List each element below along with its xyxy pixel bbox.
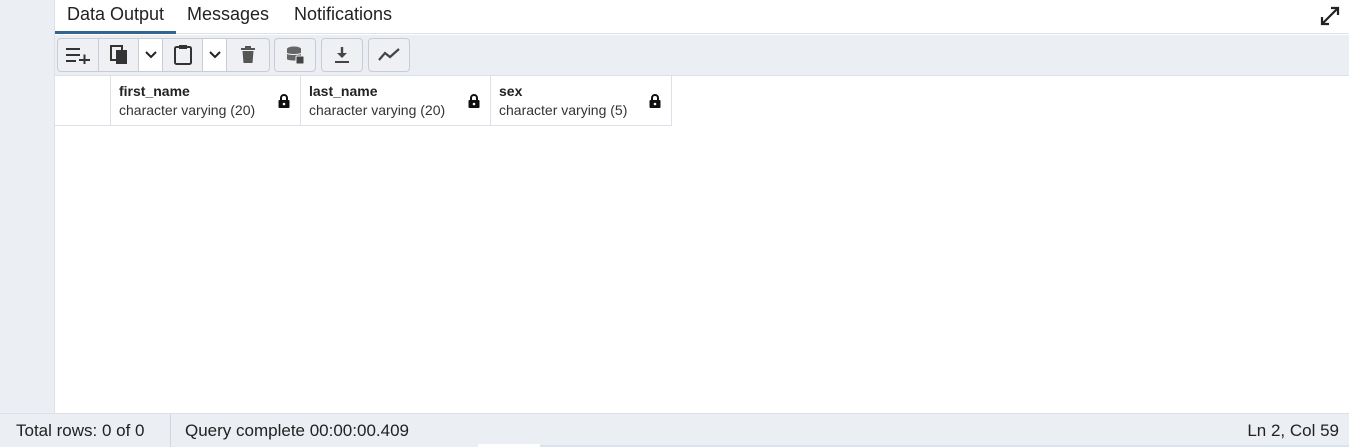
column-header-last-name[interactable]: last_name character varying (20)	[301, 76, 491, 126]
column-header-sex[interactable]: sex character varying (5)	[491, 76, 672, 126]
tab-notifications[interactable]: Notifications	[282, 0, 404, 34]
tab-data-output[interactable]: Data Output	[55, 0, 177, 34]
paste-button[interactable]	[163, 39, 203, 71]
column-name: sex	[499, 83, 523, 99]
lock-icon	[278, 94, 290, 108]
expand-icon[interactable]	[1319, 5, 1341, 27]
tab-messages[interactable]: Messages	[175, 0, 281, 34]
column-type: character varying (20)	[309, 102, 446, 118]
result-tabbar: Data Output Messages Notifications	[55, 0, 1349, 34]
chevron-down-icon	[208, 51, 221, 59]
paste-icon	[173, 45, 192, 65]
chevron-down-icon	[144, 51, 157, 59]
download-button[interactable]	[322, 39, 362, 71]
delete-icon	[241, 46, 255, 63]
status-bar: Total rows: 0 of 0 Query complete 00:00:…	[0, 413, 1349, 447]
delete-button[interactable]	[227, 39, 269, 71]
column-type: character varying (5)	[499, 102, 628, 118]
download-icon	[335, 47, 349, 63]
column-name: first_name	[119, 83, 190, 99]
save-data-icon	[286, 46, 305, 65]
lock-icon	[468, 94, 480, 108]
copy-button[interactable]	[99, 39, 139, 71]
lock-icon	[649, 94, 661, 108]
copy-options-button[interactable]	[139, 39, 163, 71]
column-name: last_name	[309, 83, 378, 99]
total-rows-status: Total rows: 0 of 0	[16, 421, 145, 440]
edit-button-group	[57, 38, 270, 72]
paste-options-button[interactable]	[203, 39, 227, 71]
download-group	[321, 38, 363, 72]
add-row-button[interactable]	[58, 39, 99, 71]
grid-header-row: first_name character varying (20) last_n…	[55, 76, 672, 126]
copy-icon	[109, 45, 127, 64]
column-header-first-name[interactable]: first_name character varying (20)	[111, 76, 301, 126]
save-data-group	[274, 38, 316, 72]
save-data-button[interactable]	[275, 39, 315, 71]
graph-visualiser-icon	[378, 48, 400, 61]
query-status: Query complete 00:00:00.409	[185, 421, 409, 440]
graph-group	[368, 38, 410, 72]
column-type: character varying (20)	[119, 102, 256, 118]
left-gutter	[0, 0, 55, 413]
data-toolbar	[55, 35, 1349, 76]
add-row-icon	[66, 48, 90, 64]
cursor-position-status: Ln 2, Col 59	[1247, 421, 1339, 440]
row-number-header[interactable]	[55, 76, 111, 126]
status-divider	[170, 414, 171, 447]
graph-visualiser-button[interactable]	[369, 39, 409, 71]
